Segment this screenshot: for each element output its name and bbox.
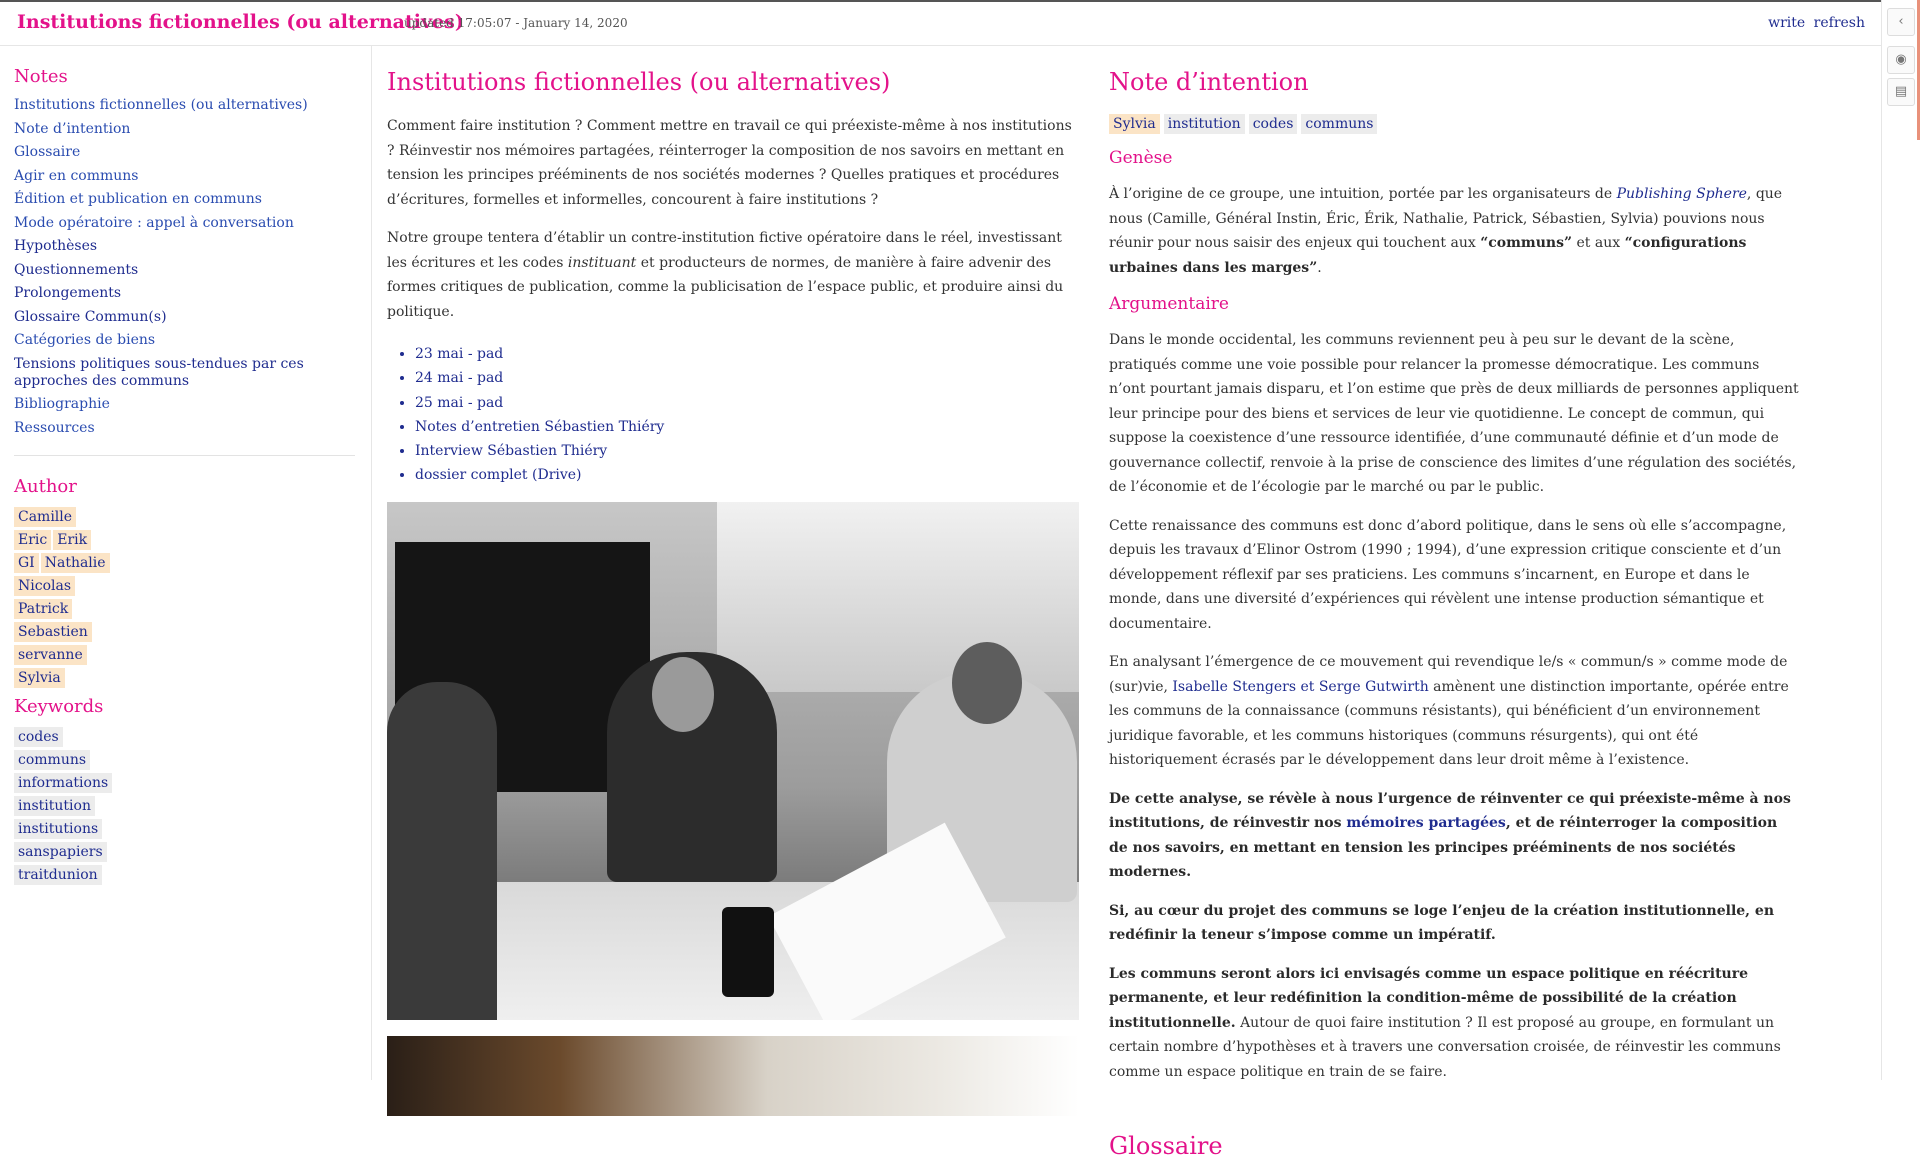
memoires-partagees-link[interactable]: mémoires partagées [1346,815,1506,831]
write-link[interactable]: write [1768,15,1805,31]
author-tag[interactable]: Nathalie [40,552,110,573]
genese-paragraph: À l’origine de ce groupe, une intuition,… [1109,186,1783,276]
keyword-tag[interactable]: sanspapiers [14,841,107,862]
keyword-tag[interactable]: communs [1301,114,1378,134]
author-tag[interactable]: Nicolas [14,575,76,596]
keyword-tag[interactable]: traitdunion [14,864,102,885]
intro-paragraph: Notre groupe tentera d’établir un contre… [387,230,1064,320]
notes-item[interactable]: Bibliographie [14,396,365,413]
argumentaire-paragraph: Si, au cœur du projet des communs se log… [1109,902,1775,944]
section-heading: Genèse [1109,148,1173,168]
keyword-tags: codes communs informations institution i… [14,726,365,885]
photo-person-head [652,656,714,732]
argumentaire-paragraph: Dans le monde occidental, les communs re… [1109,332,1799,495]
argumentaire-paragraph: En analysant l’émergence de ce mouvement… [1109,654,1789,768]
link-item[interactable]: dossier complet (Drive) [415,463,1079,487]
notes-item[interactable]: Glossaire [14,144,365,161]
photo-person [387,681,497,1020]
link-item[interactable]: Interview Sébastien Thiéry [415,439,1079,463]
chevron-left-icon[interactable]: ‹ [1887,8,1915,36]
eye-icon[interactable]: ◉ [1887,46,1915,74]
argumentaire-paragraph: De cette analyse, se révèle à nous l’urg… [1109,790,1791,881]
refresh-link[interactable]: refresh [1814,15,1865,31]
note-tags: Sylvia institution codes communs [1109,114,1799,134]
emphasis: instituant [567,254,637,271]
author-heading: Author [14,475,77,497]
notes-item[interactable]: Institutions fictionnelles (ou alternati… [14,97,365,114]
notes-list: Institutions fictionnelles (ou alternati… [14,97,365,437]
keyword-tag[interactable]: institution [1163,114,1245,134]
section-heading: Argumentaire [1109,294,1229,314]
author-tag[interactable]: Eric [14,529,52,550]
photo-person-head [952,641,1022,724]
link-item[interactable]: 24 mai - pad [415,366,1079,390]
notes-item[interactable]: Ressources [14,420,365,437]
next-note-title: Glossaire [1109,1132,1223,1160]
link-item[interactable]: 23 mai - pad [415,342,1079,366]
intro-paragraph: Comment faire institution ? Comment mett… [387,118,1072,208]
notes-heading: Notes [14,66,68,87]
stengers-gutwirth-link[interactable]: Isabelle Stengers et Serge Gutwirth [1172,679,1428,695]
link-item[interactable]: 25 mai - pad [415,391,1079,415]
site-title[interactable]: Institutions fictionnelles (ou alternati… [17,11,464,33]
meeting-photo [387,501,1079,1020]
keyword-tag[interactable]: informations [14,772,113,793]
keyword-tag[interactable]: communs [14,749,91,770]
author-tag[interactable]: Sylvia [14,667,65,688]
author-tag[interactable]: Sylvia [1109,114,1160,134]
right-dock: ‹ ◉ ▤ [1881,0,1920,1080]
notes-item[interactable]: Hypothèses [14,238,365,255]
document-icon[interactable]: ▤ [1887,78,1915,106]
divider [14,454,355,456]
author-tag[interactable]: Patrick [14,598,73,619]
main-note: Institutions fictionnelles (ou alternati… [387,64,1079,1116]
notes-item[interactable]: Agir en communs [14,168,365,185]
notes-item[interactable]: Tensions politiques sous-tendues par ces… [14,356,365,390]
keyword-tag[interactable]: institution [14,795,95,816]
publishing-sphere-link[interactable]: Publishing Sphere [1617,186,1747,202]
notes-item[interactable]: Prolongements [14,285,365,302]
notes-item[interactable]: Mode opératoire : appel à conversation [14,215,365,232]
notes-item[interactable]: Glossaire Commun(s) [14,309,365,326]
note-title: Note d’intention [1109,68,1309,96]
top-bar: Institutions fictionnelles (ou alternati… [0,0,1881,46]
photo-cup [722,906,774,997]
top-actions: write refresh [1764,15,1865,31]
author-tag[interactable]: GI [14,552,39,573]
resource-links: 23 mai - pad 24 mai - pad 25 mai - pad N… [387,342,1079,488]
argumentaire-paragraph: Cette renaissance des communs est donc d… [1109,517,1787,632]
note-title: Institutions fictionnelles (ou alternati… [387,68,891,96]
author-tag[interactable]: Sebastien [14,621,92,642]
argumentaire-paragraph: Les communs seront alors ici envisagés c… [1109,965,1781,1080]
notes-item[interactable]: Questionnements [14,262,365,279]
notes-item[interactable]: Catégories de biens [14,332,365,349]
keyword-tag[interactable]: codes [14,726,63,747]
sidebar: Notes Institutions fictionnelles (ou alt… [0,46,372,1080]
notes-item[interactable]: Édition et publication en communs [14,191,365,208]
photo-window [717,501,1079,692]
updated-timestamp: updated 17:05:07 - January 14, 2020 [404,16,628,30]
intention-note: Note d’intention Sylvia institution code… [1109,64,1799,1160]
link-item[interactable]: Notes d’entretien Sébastien Thiéry [415,415,1079,439]
notes-item[interactable]: Note d’intention [14,121,365,138]
keyword-tag[interactable]: institutions [14,818,103,839]
author-tag[interactable]: Erik [53,529,92,550]
author-tag[interactable]: Camille [14,506,77,527]
second-photo [387,1035,1079,1116]
keywords-heading: Keywords [14,695,104,717]
keyword-tag[interactable]: codes [1248,114,1298,134]
author-tag[interactable]: servanne [14,644,87,665]
author-tags: Camille Eric Erik GI Nathalie Nicolas Pa… [14,506,365,688]
